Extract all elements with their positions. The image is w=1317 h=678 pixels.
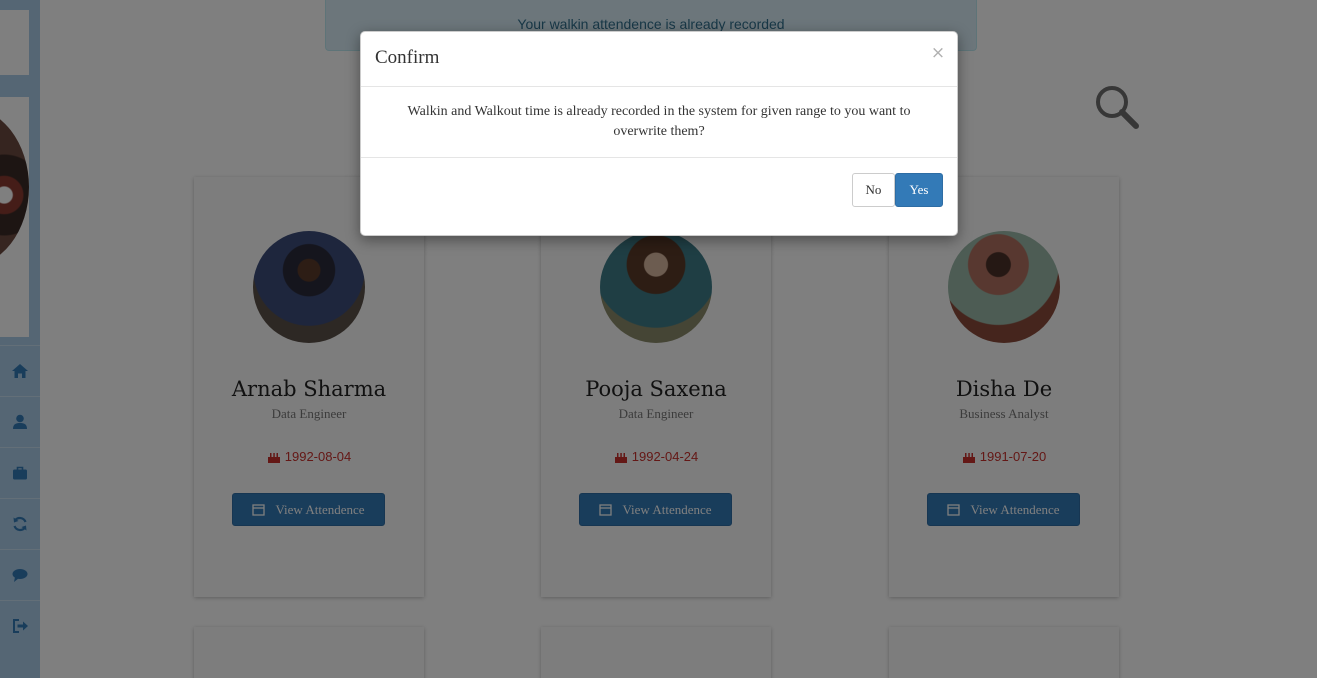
dialog-title: Confirm xyxy=(375,47,440,68)
dialog-header: Confirm × xyxy=(361,32,957,87)
yes-button[interactable]: Yes xyxy=(895,173,943,207)
no-button[interactable]: No xyxy=(852,173,895,207)
close-icon[interactable]: × xyxy=(930,44,946,62)
dialog-message: Walkin and Walkout time is already recor… xyxy=(361,88,957,158)
confirm-dialog: Confirm × Walkin and Walkout time is alr… xyxy=(360,31,958,236)
